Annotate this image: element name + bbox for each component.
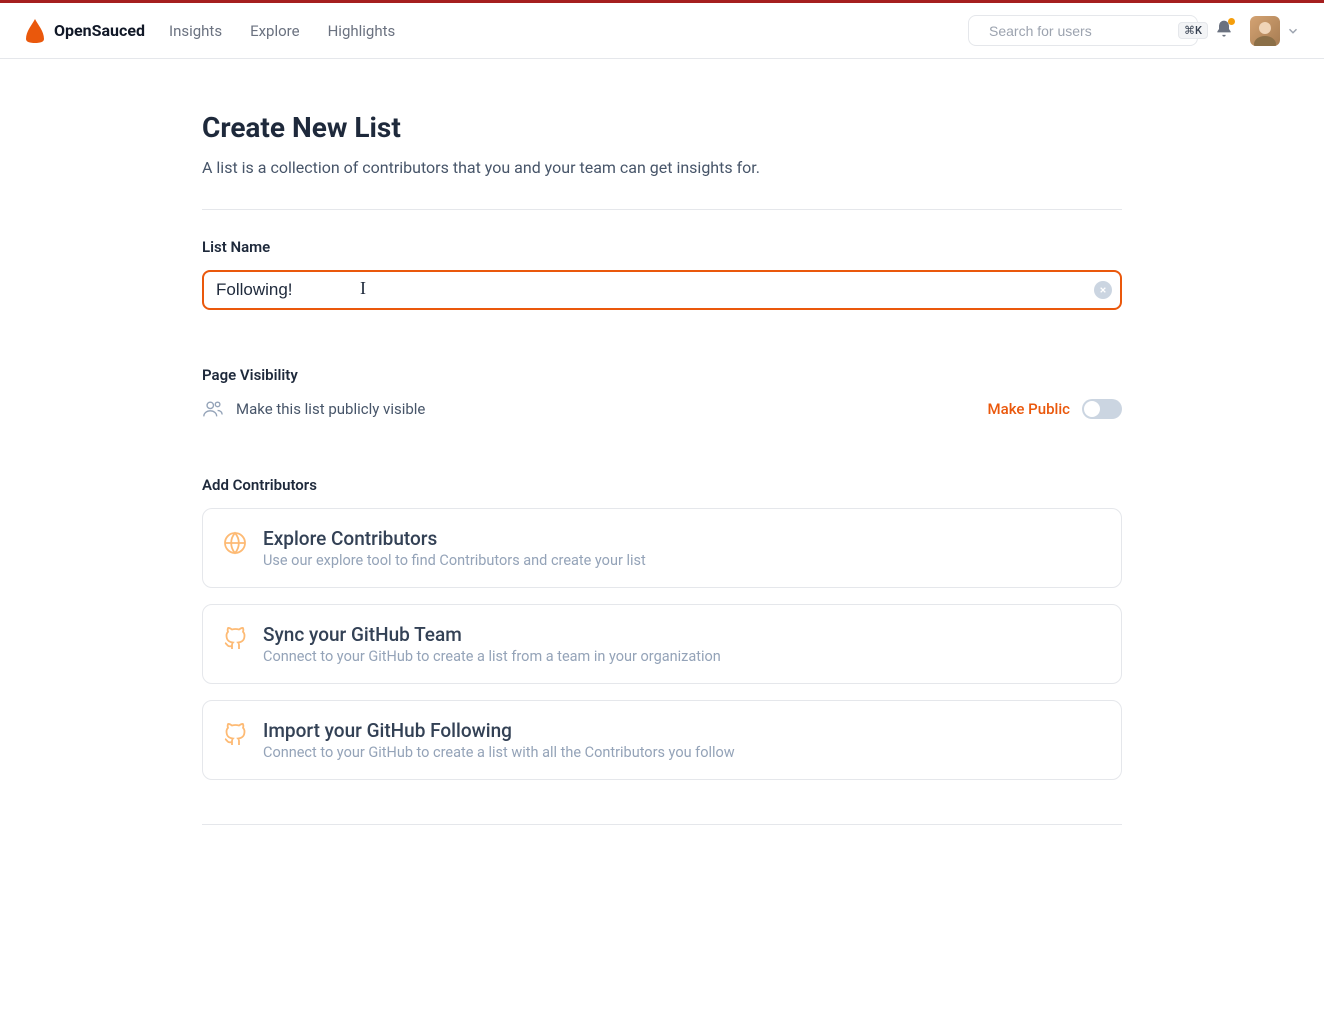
brand-name: OpenSauced: [54, 21, 145, 40]
app-header: OpenSauced Insights Explore Highlights ⌘…: [0, 3, 1324, 59]
search-bar[interactable]: ⌘K: [968, 15, 1198, 46]
visibility-toggle[interactable]: [1082, 399, 1122, 419]
option-import-github-following[interactable]: Import your GitHub Following Connect to …: [202, 700, 1122, 780]
option-explore-contributors[interactable]: Explore Contributors Use our explore too…: [202, 508, 1122, 588]
nav-explore[interactable]: Explore: [250, 22, 300, 40]
visibility-desc: Make this list publicly visible: [236, 400, 425, 418]
list-name-input[interactable]: [202, 270, 1122, 310]
nav-highlights[interactable]: Highlights: [328, 22, 396, 40]
github-icon: [223, 627, 247, 651]
search-input[interactable]: [989, 23, 1170, 39]
add-contributors-label: Add Contributors: [202, 476, 1122, 494]
user-menu[interactable]: [1250, 16, 1300, 46]
nav-insights[interactable]: Insights: [169, 22, 222, 40]
main-nav: Insights Explore Highlights: [169, 22, 395, 40]
option-title: Explore Contributors: [263, 527, 646, 550]
option-desc: Use our explore tool to find Contributor…: [263, 552, 646, 569]
option-title: Import your GitHub Following: [263, 719, 735, 742]
main-content: Create New List A list is a collection o…: [202, 59, 1122, 865]
search-shortcut-badge: ⌘K: [1178, 22, 1208, 39]
list-name-input-wrap: [202, 270, 1122, 310]
avatar: [1250, 16, 1280, 46]
close-icon: [1099, 286, 1107, 294]
brand[interactable]: OpenSauced: [24, 19, 145, 43]
brand-logo-icon: [24, 19, 46, 43]
people-icon: [202, 398, 224, 420]
divider: [202, 824, 1122, 825]
notifications-button[interactable]: [1214, 19, 1234, 43]
option-desc: Connect to your GitHub to create a list …: [263, 744, 735, 761]
notification-dot-icon: [1228, 18, 1235, 25]
make-public-label: Make Public: [988, 400, 1070, 418]
option-sync-github-team[interactable]: Sync your GitHub Team Connect to your Gi…: [202, 604, 1122, 684]
visibility-label: Page Visibility: [202, 366, 1122, 384]
option-title: Sync your GitHub Team: [263, 623, 721, 646]
globe-icon: [223, 531, 247, 555]
page-subtitle: A list is a collection of contributors t…: [202, 158, 1122, 177]
list-name-label: List Name: [202, 238, 1122, 256]
clear-input-button[interactable]: [1094, 281, 1112, 299]
github-icon: [223, 723, 247, 747]
visibility-row: Make this list publicly visible Make Pub…: [202, 398, 1122, 420]
chevron-down-icon: [1286, 24, 1300, 38]
divider: [202, 209, 1122, 210]
page-title: Create New List: [202, 111, 1122, 144]
option-desc: Connect to your GitHub to create a list …: [263, 648, 721, 665]
